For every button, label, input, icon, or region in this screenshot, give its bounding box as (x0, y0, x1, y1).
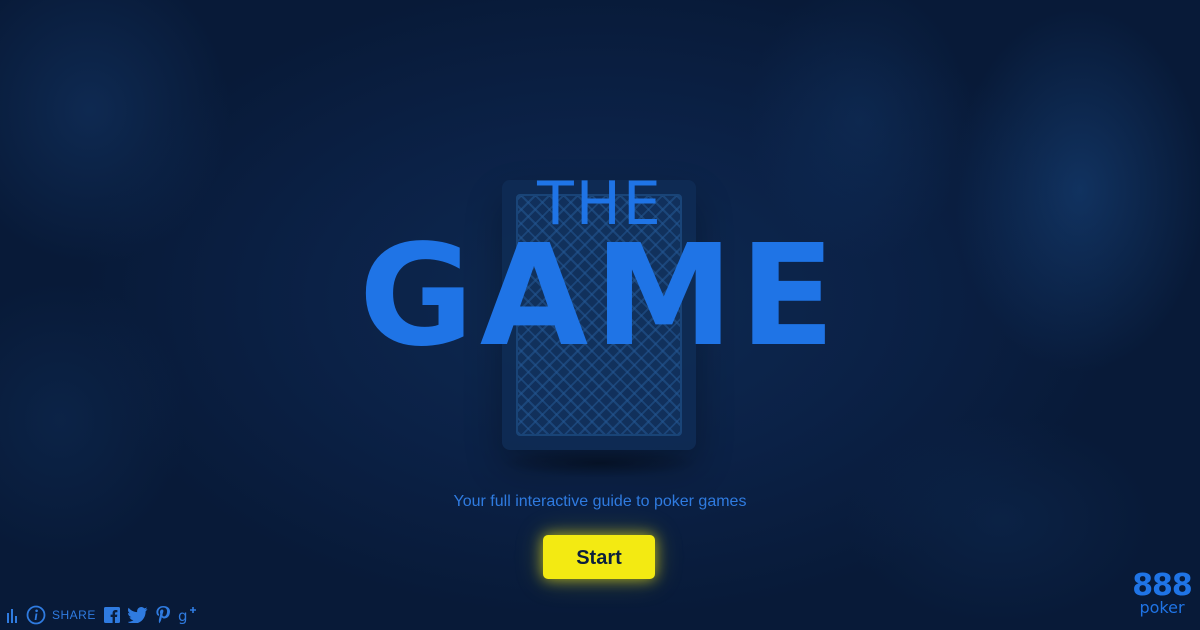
bottom-toolbar: SHARE g (6, 604, 200, 626)
bar-chart-icon[interactable] (6, 605, 18, 625)
facebook-icon[interactable] (103, 605, 120, 625)
share-label: SHARE (52, 608, 96, 622)
subtitle: Your full interactive guide to poker gam… (453, 493, 747, 510)
start-button[interactable]: Start (543, 535, 655, 579)
svg-text:g: g (178, 607, 188, 624)
twitter-icon[interactable] (127, 605, 148, 625)
info-icon[interactable] (26, 605, 46, 625)
splash-screen: THE GAME Your full interactive guide to … (0, 0, 1200, 630)
google-plus-icon[interactable]: g (178, 605, 200, 625)
brand-logo: 888 poker (1128, 570, 1196, 616)
card-shadow (500, 448, 700, 478)
pinterest-icon[interactable] (156, 605, 170, 625)
title-line-game: GAME (358, 215, 842, 378)
